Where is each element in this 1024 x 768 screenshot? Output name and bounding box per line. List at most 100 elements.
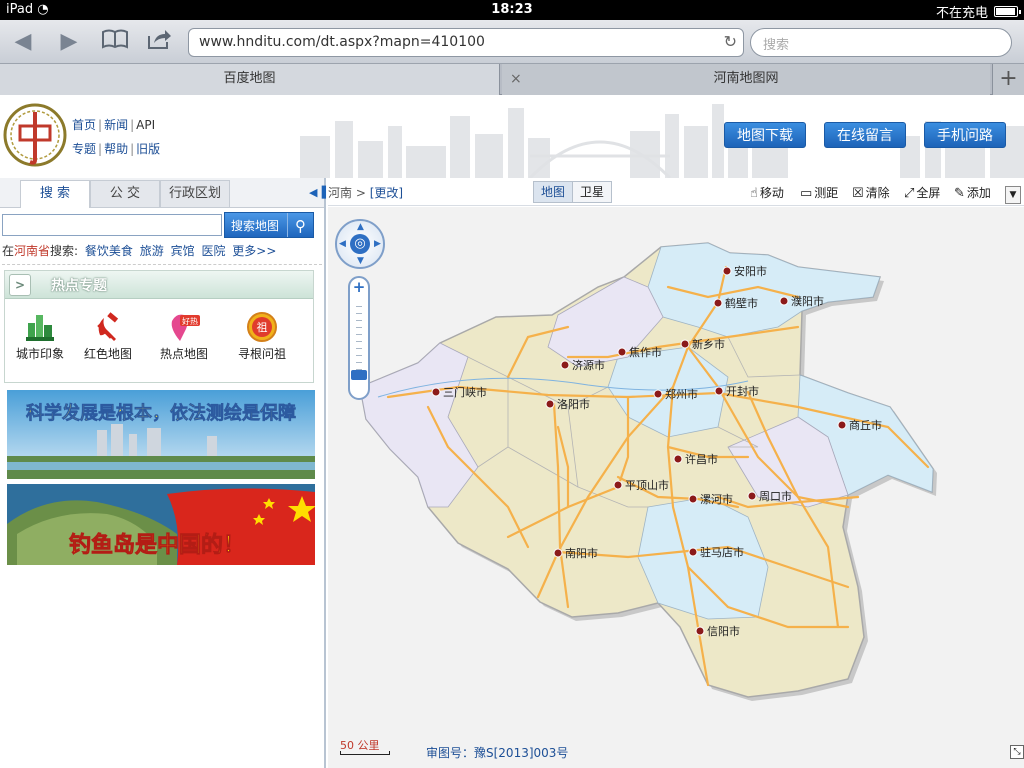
close-tab-icon[interactable]: ×: [510, 64, 522, 94]
link-old-version[interactable]: 旧版: [136, 142, 160, 156]
city-label: 郑州市: [665, 387, 698, 401]
pan-right-icon[interactable]: ▶: [374, 239, 381, 249]
hot-item-hot-map[interactable]: 好热 热点地图: [149, 311, 219, 362]
new-tab-button[interactable]: +: [992, 64, 1024, 95]
chevron-right-icon[interactable]: >: [9, 274, 31, 296]
banner1-text: 科学发展是根本，依法测绘是保障: [26, 402, 296, 424]
forward-icon[interactable]: ▶: [54, 28, 84, 56]
map-type-map[interactable]: 地图: [533, 181, 574, 203]
quick-link-hotel[interactable]: 宾馆: [171, 244, 195, 258]
tab-henan-map[interactable]: × 河南地图网: [502, 64, 990, 95]
reload-icon[interactable]: ↻: [724, 32, 737, 51]
search-field[interactable]: 搜索: [750, 28, 1012, 57]
mobile-directions-button[interactable]: 手机问路: [924, 122, 1006, 148]
city-dot-icon: [560, 360, 570, 370]
hot-item-ancestry[interactable]: 祖 寻根问祖: [227, 311, 297, 362]
tool-fullscreen[interactable]: ⤢ 全屏: [904, 184, 940, 201]
tab-bar: 百度地图 × 河南地图网 +: [0, 64, 1024, 95]
map-toolbar: 河南 > [更改] 地图 卫星 ☝ 移动 ▭ 测距 ☒ 清除 ⤢ 全屏 ✎ 添加 ▼: [328, 178, 1024, 206]
hot-topics-title: 热点专题: [51, 278, 107, 294]
pan-down-icon[interactable]: ▼: [357, 256, 364, 266]
scale-bar: 50 公里: [340, 737, 390, 755]
banner-diaoyu[interactable]: 钓鱼岛是中国的！: [7, 484, 315, 565]
search-placeholder: 搜索: [763, 38, 790, 53]
city-label: 漯河市: [700, 492, 733, 506]
pan-up-icon[interactable]: ▲: [357, 222, 364, 232]
city-dot-icon: [431, 387, 441, 397]
logo-icon: [3, 103, 67, 167]
site-header: 首页 | 新闻 | API 专题 | 帮助 | 旧版 地图下载 在线留言 手机问路: [0, 96, 1024, 178]
zoom-slider-track[interactable]: [356, 300, 362, 370]
divider: [2, 264, 322, 265]
collapse-panel-icon[interactable]: ◀▐: [309, 186, 326, 199]
map-type-satellite[interactable]: 卫星: [572, 181, 613, 203]
tab-bus[interactable]: 公 交: [90, 180, 160, 207]
tab-search[interactable]: 搜 索: [20, 180, 90, 208]
hot-badge-text: 好热: [182, 316, 198, 326]
map-search-input[interactable]: [2, 214, 222, 236]
quick-search: 在河南省搜索: 餐饮美食 旅游 宾馆 医院 更多>>: [2, 242, 276, 259]
zoom-control[interactable]: +: [348, 276, 370, 400]
ruler-icon: ▭: [800, 186, 813, 201]
back-icon[interactable]: ◀: [8, 28, 38, 56]
city-dot-icon: [695, 626, 705, 636]
tool-add[interactable]: ✎ 添加: [954, 184, 991, 201]
change-region-link[interactable]: [更改]: [370, 186, 403, 200]
link-api[interactable]: API: [136, 118, 155, 132]
address-bar[interactable]: www.hnditu.com/dt.aspx?mapn=410100 ↻: [188, 28, 744, 57]
clock: 18:23: [491, 2, 533, 17]
hot-item-label: 城市印象: [15, 347, 64, 361]
tab-label: 河南地图网: [713, 71, 779, 86]
city-label: 三门峡市: [443, 385, 487, 399]
city-label: 周口市: [759, 489, 792, 503]
pan-left-icon[interactable]: ◀: [339, 239, 346, 249]
share-arrow-icon: [148, 30, 171, 49]
link-topics[interactable]: 专题: [72, 142, 96, 156]
city-label: 南阳市: [565, 546, 598, 560]
city-dot-icon: [714, 386, 724, 396]
city-dot-icon: [688, 494, 698, 504]
search-icon: ⚲: [287, 213, 313, 237]
quick-link-travel[interactable]: 旅游: [140, 244, 164, 258]
quick-link-more[interactable]: 更多>>: [232, 244, 276, 258]
top-links-row1: 首页 | 新闻 | API: [72, 118, 156, 132]
city-label: 鹤壁市: [725, 296, 758, 310]
quick-link-hospital[interactable]: 医院: [201, 244, 225, 258]
book-icon: [102, 29, 128, 49]
search-map-button[interactable]: 搜索地图 ⚲: [224, 212, 314, 238]
crumb-region: 河南: [328, 186, 353, 200]
tool-pan[interactable]: ☝ 移动: [750, 184, 784, 201]
city-dot-icon: [553, 548, 563, 558]
share-icon[interactable]: [144, 28, 174, 56]
sidebar-tabs: 搜 索 公 交 行政区划 ◀▐: [0, 178, 326, 208]
chevron-down-icon[interactable]: ▼: [1005, 186, 1021, 204]
pan-control[interactable]: ▲ ▼ ◀ ▶ ◎: [335, 219, 385, 269]
link-home[interactable]: 首页: [72, 118, 96, 132]
hot-item-red-map[interactable]: 红色地图: [73, 311, 143, 362]
city-dot-icon: [617, 347, 627, 357]
zoom-in-icon[interactable]: +: [350, 278, 368, 296]
quick-link-food[interactable]: 餐饮美食: [85, 244, 133, 258]
map-canvas[interactable]: 安阳市 鹤壁市 濮阳市 焦作市 新乡市 济源市 三门峡市 洛阳市 郑州市 开封市 商丘市 许昌市 平顶山…: [328, 207, 1024, 768]
bookmarks-icon[interactable]: [100, 28, 130, 56]
map-download-button[interactable]: 地图下载: [724, 122, 806, 148]
resize-icon[interactable]: ⤡: [1010, 745, 1024, 759]
tool-measure[interactable]: ▭ 测距: [800, 184, 838, 201]
online-message-button[interactable]: 在线留言: [824, 122, 906, 148]
zoom-slider-handle[interactable]: [351, 370, 367, 380]
tool-label: 清除: [865, 186, 890, 200]
tool-label: 移动: [759, 186, 784, 200]
region-breadcrumb: 河南 > [更改]: [328, 184, 403, 201]
hot-item-label: 热点地图: [159, 347, 208, 361]
hot-item-city-impression[interactable]: 城市印象: [5, 311, 75, 362]
banner-surveying[interactable]: 科学发展是根本，依法测绘是保障: [7, 390, 315, 479]
tab-baidu-map[interactable]: 百度地图: [0, 64, 500, 95]
link-news[interactable]: 新闻: [104, 118, 128, 132]
link-help[interactable]: 帮助: [104, 142, 128, 156]
city-label: 安阳市: [734, 264, 767, 278]
tool-clear[interactable]: ☒ 清除: [852, 184, 890, 201]
hot-topics-header: > 热点专题: [5, 271, 313, 299]
tab-admin-division[interactable]: 行政区划: [160, 180, 230, 207]
globe-icon[interactable]: ◎: [350, 234, 370, 254]
ancestor-icon: 祖: [247, 312, 277, 342]
